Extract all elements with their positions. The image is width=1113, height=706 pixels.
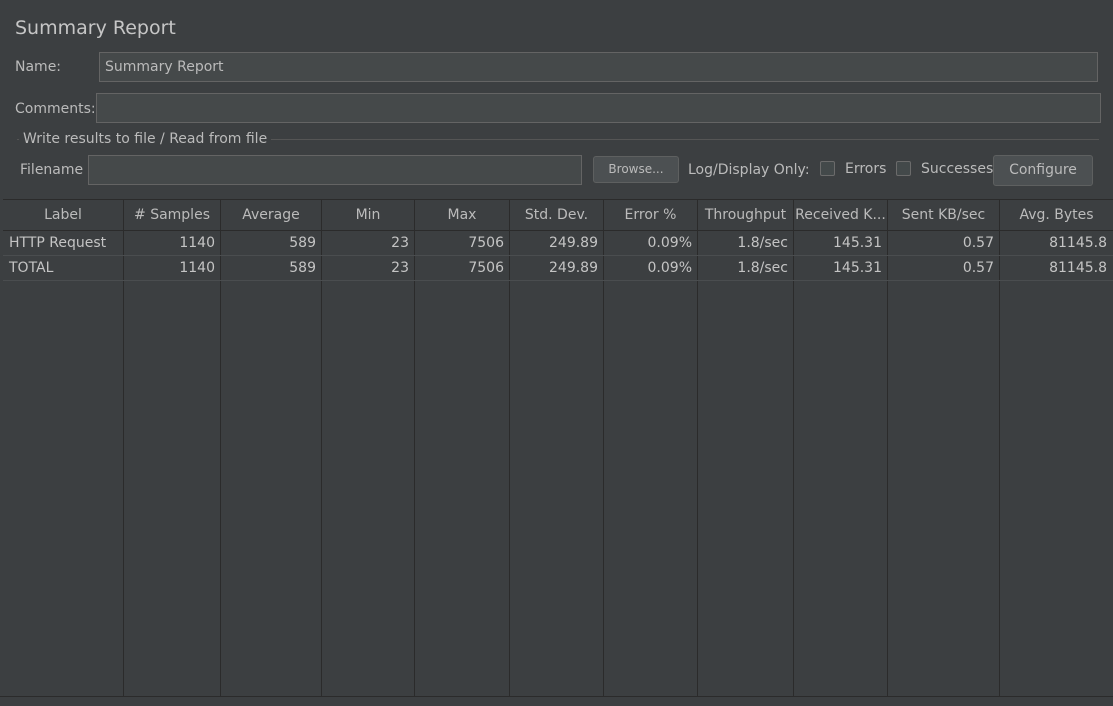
table-row[interactable]: TOTAL 1140 589 23 7506 249.89 0.09% 1.8/… [3, 256, 1113, 281]
cell-min: 23 [391, 260, 409, 276]
column-divider [697, 231, 698, 696]
cell-average: 589 [289, 235, 316, 251]
column-header-received[interactable]: Received K... [794, 200, 888, 231]
column-header-min[interactable]: Min [322, 200, 415, 231]
cell-avg-bytes: 81145.8 [1049, 235, 1107, 251]
cell-samples: 1140 [179, 260, 215, 276]
column-divider [603, 231, 604, 696]
configure-button[interactable]: Configure [993, 155, 1093, 186]
column-divider [793, 231, 794, 696]
cell-average: 589 [289, 260, 316, 276]
comments-field[interactable] [96, 93, 1101, 123]
name-label: Name: [15, 59, 62, 75]
comments-label: Comments: [15, 101, 96, 117]
errors-label: Errors [845, 161, 887, 177]
filename-label: Filename [20, 162, 84, 178]
cell-throughput: 1.8/sec [737, 260, 788, 276]
column-header-samples[interactable]: # Samples [124, 200, 221, 231]
cell-received: 145.31 [833, 235, 882, 251]
filename-input[interactable] [88, 155, 582, 185]
cell-throughput: 1.8/sec [737, 235, 788, 251]
column-header-throughput[interactable]: Throughput [698, 200, 794, 231]
column-header-error-pct[interactable]: Error % [604, 200, 698, 231]
cell-label: TOTAL [9, 260, 54, 276]
column-divider [887, 231, 888, 696]
column-header-std-dev[interactable]: Std. Dev. [510, 200, 604, 231]
cell-max: 7506 [468, 235, 504, 251]
errors-checkbox[interactable] [820, 161, 835, 176]
cell-samples: 1140 [179, 235, 215, 251]
cell-error-pct: 0.09% [647, 260, 692, 276]
column-divider [321, 231, 322, 696]
cell-received: 145.31 [833, 260, 882, 276]
successes-checkbox[interactable] [896, 161, 911, 176]
group-title: Write results to file / Read from file [19, 131, 272, 147]
cell-label: HTTP Request [9, 235, 107, 251]
column-divider [414, 231, 415, 696]
column-divider [509, 231, 510, 696]
cell-sent: 0.57 [962, 260, 994, 276]
cell-min: 23 [391, 235, 409, 251]
table-row[interactable]: HTTP Request 1140 589 23 7506 249.89 0.0… [3, 231, 1113, 256]
cell-max: 7506 [468, 260, 504, 276]
cell-std-dev: 249.89 [549, 235, 598, 251]
cell-error-pct: 0.09% [647, 235, 692, 251]
column-header-avg-bytes[interactable]: Avg. Bytes [1000, 200, 1113, 231]
successes-label: Successes [921, 161, 994, 177]
column-divider [220, 231, 221, 696]
table-header: Label # Samples Average Min Max Std. Dev… [3, 199, 1113, 231]
log-display-label: Log/Display Only: [688, 162, 810, 178]
column-header-sent[interactable]: Sent KB/sec [888, 200, 1000, 231]
browse-button[interactable]: Browse... [593, 156, 679, 183]
column-header-max[interactable]: Max [415, 200, 510, 231]
column-divider [123, 231, 124, 696]
column-header-average[interactable]: Average [221, 200, 322, 231]
cell-avg-bytes: 81145.8 [1049, 260, 1107, 276]
cell-sent: 0.57 [962, 235, 994, 251]
page-title: Summary Report [15, 17, 176, 39]
cell-std-dev: 249.89 [549, 260, 598, 276]
summary-table: Label # Samples Average Min Max Std. Dev… [3, 199, 1113, 696]
name-field[interactable] [99, 52, 1098, 82]
column-divider [999, 231, 1000, 696]
column-header-label[interactable]: Label [3, 200, 124, 231]
